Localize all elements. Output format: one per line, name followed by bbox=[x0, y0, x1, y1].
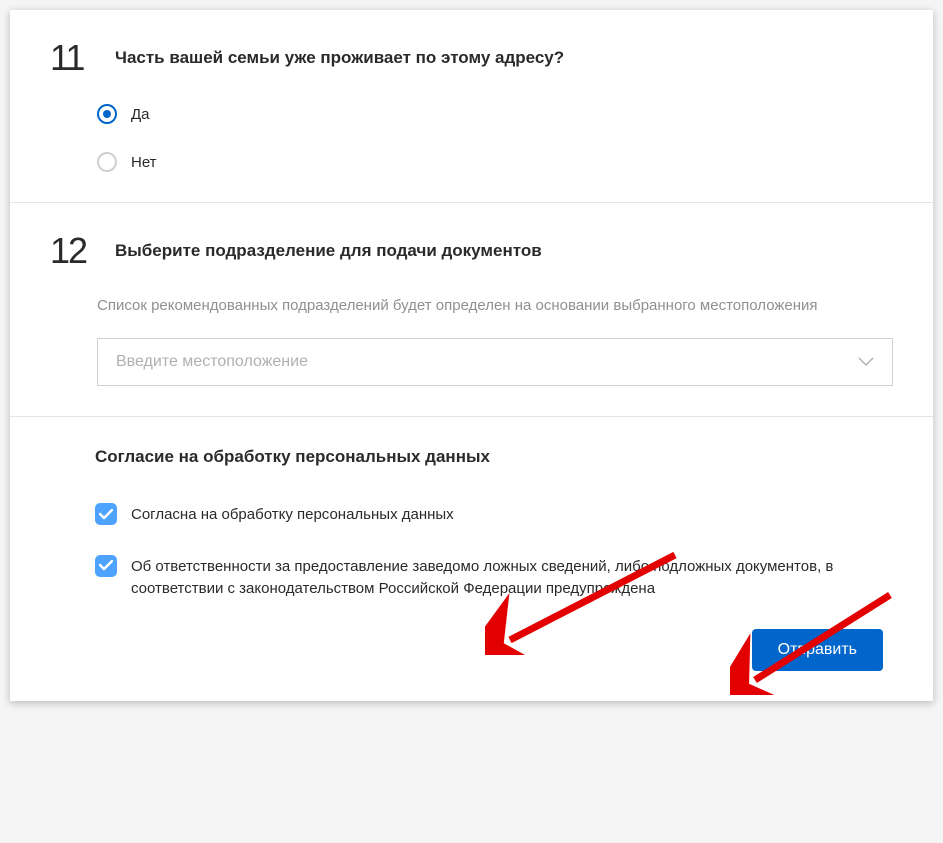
section-12-content: Список рекомендованных подразделений буд… bbox=[50, 297, 893, 386]
location-select[interactable]: Введите местоположение bbox=[97, 338, 893, 386]
section-12: 12 Выберите подразделение для подачи док… bbox=[10, 203, 933, 416]
checkbox-consent-processing[interactable] bbox=[95, 503, 117, 525]
radio-no[interactable]: Нет bbox=[97, 152, 893, 172]
section-12-number: 12 bbox=[50, 233, 95, 269]
radio-yes-label: Да bbox=[131, 106, 150, 123]
section-11-number: 11 bbox=[50, 40, 95, 76]
form-container: 11 Часть вашей семьи уже проживает по эт… bbox=[10, 10, 933, 701]
section-11-header: 11 Часть вашей семьи уже проживает по эт… bbox=[50, 40, 893, 76]
section-11-title: Часть вашей семьи уже проживает по этому… bbox=[115, 40, 564, 68]
consent-title: Согласие на обработку персональных данны… bbox=[95, 447, 893, 467]
radio-yes[interactable]: Да bbox=[97, 104, 893, 124]
radio-no-circle bbox=[97, 152, 117, 172]
section-11: 11 Часть вашей семьи уже проживает по эт… bbox=[10, 10, 933, 202]
radio-group-family: Да Нет bbox=[97, 104, 893, 172]
section-12-header: 12 Выберите подразделение для подачи док… bbox=[50, 233, 893, 269]
radio-no-label: Нет bbox=[131, 154, 157, 171]
check-icon bbox=[99, 509, 113, 520]
radio-yes-circle bbox=[97, 104, 117, 124]
consent-section: Согласие на обработку персональных данны… bbox=[10, 417, 933, 601]
location-placeholder: Введите местоположение bbox=[116, 353, 858, 371]
section-11-content: Да Нет bbox=[50, 104, 893, 172]
checkbox-item-1: Согласна на обработку персональных данны… bbox=[95, 503, 893, 527]
submit-button[interactable]: Отправить bbox=[752, 629, 883, 671]
chevron-down-icon bbox=[858, 357, 874, 367]
checkbox-label-2: Об ответственности за предоставление зав… bbox=[131, 555, 893, 601]
button-row: Отправить bbox=[10, 629, 933, 671]
checkbox-item-2: Об ответственности за предоставление зав… bbox=[95, 555, 893, 601]
checkbox-label-1: Согласна на обработку персональных данны… bbox=[131, 503, 454, 527]
checkbox-consent-responsibility[interactable] bbox=[95, 555, 117, 577]
check-icon bbox=[99, 560, 113, 571]
section-12-description: Список рекомендованных подразделений буд… bbox=[97, 297, 893, 314]
section-12-title: Выберите подразделение для подачи докуме… bbox=[115, 233, 542, 261]
